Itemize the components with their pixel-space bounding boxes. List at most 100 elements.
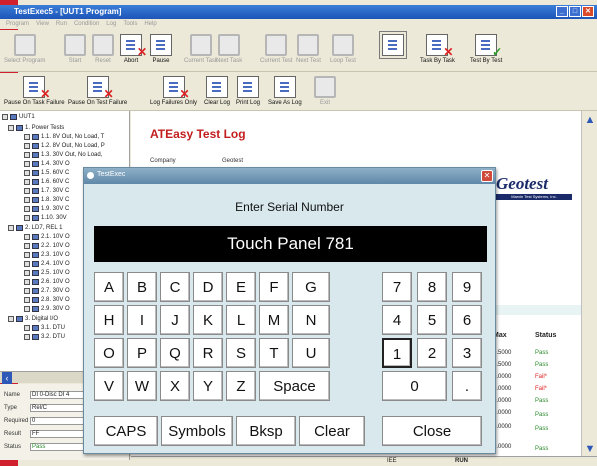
- key-q[interactable]: Q: [160, 338, 190, 368]
- exit-button[interactable]: Exit: [314, 76, 336, 106]
- clear-button[interactable]: Clear: [299, 416, 365, 446]
- tree-item[interactable]: 1.10. 30V: [24, 214, 67, 222]
- key-w[interactable]: W: [127, 371, 157, 401]
- close-button[interactable]: Close: [382, 416, 482, 446]
- scroll-up-icon[interactable]: ▲: [583, 113, 597, 127]
- tree-item[interactable]: 2.1. 10V O: [24, 233, 70, 241]
- loop-test-button[interactable]: Loop Test: [330, 34, 356, 64]
- key-m[interactable]: M: [259, 305, 289, 335]
- tree-item[interactable]: 2.4. 10V O: [24, 260, 70, 268]
- tree-item[interactable]: 1.1. 8V Out, No Load, T: [24, 133, 104, 141]
- menu-view[interactable]: View: [36, 19, 49, 29]
- tree-item[interactable]: 2.9. 30V O: [24, 305, 70, 313]
- tree-root[interactable]: UUT1: [2, 113, 35, 121]
- scroll-left-icon[interactable]: ‹: [2, 372, 12, 384]
- menu-condition[interactable]: Condition: [74, 19, 99, 29]
- pause-on-test-failure-button[interactable]: Pause On Test Failure: [68, 76, 127, 106]
- tree-item[interactable]: 1.2. 8V Out, No Load, P: [24, 142, 105, 150]
- key-x[interactable]: X: [160, 371, 190, 401]
- test-by-test-button[interactable]: Test By Test: [470, 34, 502, 64]
- current-test-button[interactable]: Current Test: [260, 34, 293, 64]
- tree-item[interactable]: 2.5. 10V O: [24, 269, 70, 277]
- tree-item[interactable]: 2. LD7, REL 1: [8, 224, 62, 232]
- tree-item[interactable]: 1.3. 30V Out, No Load,: [24, 151, 102, 159]
- tree-item[interactable]: 2.7. 30V O: [24, 287, 70, 295]
- key-0[interactable]: 0: [382, 371, 447, 401]
- pause-button[interactable]: Pause: [150, 34, 172, 64]
- key-a[interactable]: A: [94, 272, 124, 302]
- dialog-close-icon[interactable]: ✕: [481, 170, 493, 182]
- tree-item[interactable]: 1.9. 30V C: [24, 205, 69, 213]
- maximize-button[interactable]: □: [569, 6, 581, 17]
- key-v[interactable]: V: [94, 371, 124, 401]
- abort-button[interactable]: Abort: [120, 34, 147, 64]
- key-3[interactable]: 3: [452, 338, 482, 368]
- key-decimal[interactable]: .: [452, 371, 482, 401]
- minimize-button[interactable]: _: [556, 6, 568, 17]
- log-failures-only-button[interactable]: Log Failures Only: [150, 76, 197, 106]
- task-by-task-button[interactable]: Task By Task: [420, 34, 455, 64]
- tree-item[interactable]: 1.4. 30V O: [24, 160, 70, 168]
- menu-tools[interactable]: Tools: [123, 19, 137, 29]
- key-8[interactable]: 8: [417, 272, 447, 302]
- key-n[interactable]: N: [292, 305, 330, 335]
- current-task-button[interactable]: Current Task: [184, 34, 218, 64]
- key-1[interactable]: 1: [382, 338, 412, 368]
- tree-item[interactable]: 1.7. 30V C: [24, 187, 69, 195]
- tree-item[interactable]: 1.6. 60V C: [24, 178, 69, 186]
- key-9[interactable]: 9: [452, 272, 482, 302]
- key-7[interactable]: 7: [382, 272, 412, 302]
- tree-item[interactable]: 2.2. 10V O: [24, 242, 70, 250]
- next-task-button[interactable]: Next Task: [216, 34, 242, 64]
- key-c[interactable]: C: [160, 272, 190, 302]
- tree-item[interactable]: 3.2. DTU: [24, 333, 65, 341]
- key-j[interactable]: J: [160, 305, 190, 335]
- continuous-button[interactable]: [379, 31, 407, 59]
- print-log-button[interactable]: Print Log: [236, 76, 260, 106]
- start-button[interactable]: Start: [64, 34, 86, 64]
- key-r[interactable]: R: [193, 338, 223, 368]
- key-l[interactable]: L: [226, 305, 256, 335]
- tree-item[interactable]: 3. Digital I/O: [8, 315, 58, 323]
- tree-item[interactable]: 1. Power Tests: [8, 124, 64, 132]
- save-as-log-button[interactable]: Save As Log: [268, 76, 302, 106]
- menu-run[interactable]: Run: [56, 19, 67, 29]
- key-i[interactable]: I: [127, 305, 157, 335]
- key-f[interactable]: F: [259, 272, 289, 302]
- menu-program[interactable]: Program: [6, 19, 29, 29]
- key-g[interactable]: G: [292, 272, 330, 302]
- key-u[interactable]: U: [292, 338, 330, 368]
- menu-log[interactable]: Log: [106, 19, 116, 29]
- tree-item[interactable]: 2.8. 30V O: [24, 296, 70, 304]
- backspace-button[interactable]: Bksp: [236, 416, 296, 446]
- key-b[interactable]: B: [127, 272, 157, 302]
- key-k[interactable]: K: [193, 305, 223, 335]
- key-space[interactable]: Space: [259, 371, 330, 401]
- key-o[interactable]: O: [94, 338, 124, 368]
- key-p[interactable]: P: [127, 338, 157, 368]
- tree-item[interactable]: 3.1. DTU: [24, 324, 65, 332]
- caps-button[interactable]: CAPS: [94, 416, 158, 446]
- clear-log-button[interactable]: Clear Log: [204, 76, 230, 106]
- key-2[interactable]: 2: [417, 338, 447, 368]
- close-window-button[interactable]: ✕: [582, 6, 594, 17]
- serial-number-field[interactable]: Touch Panel 781: [94, 226, 487, 262]
- reset-button[interactable]: Reset: [92, 34, 114, 64]
- key-y[interactable]: Y: [193, 371, 223, 401]
- tree-item[interactable]: 2.3. 10V O: [24, 251, 70, 259]
- key-e[interactable]: E: [226, 272, 256, 302]
- tree-item[interactable]: 2.6. 10V O: [24, 278, 70, 286]
- symbols-button[interactable]: Symbols: [161, 416, 233, 446]
- next-test-button[interactable]: Next Test: [296, 34, 321, 64]
- key-6[interactable]: 6: [452, 305, 482, 335]
- key-t[interactable]: T: [259, 338, 289, 368]
- tree-item[interactable]: 1.8. 30V C: [24, 196, 69, 204]
- log-vertical-scrollbar[interactable]: ▲ ▼: [581, 111, 597, 460]
- pause-on-task-failure-button[interactable]: Pause On Task Failure: [4, 76, 65, 106]
- tree-item[interactable]: 1.5. 60V C: [24, 169, 69, 177]
- key-5[interactable]: 5: [417, 305, 447, 335]
- menu-help[interactable]: Help: [144, 19, 156, 29]
- key-4[interactable]: 4: [382, 305, 412, 335]
- scroll-down-icon[interactable]: ▼: [583, 442, 597, 456]
- key-d[interactable]: D: [193, 272, 223, 302]
